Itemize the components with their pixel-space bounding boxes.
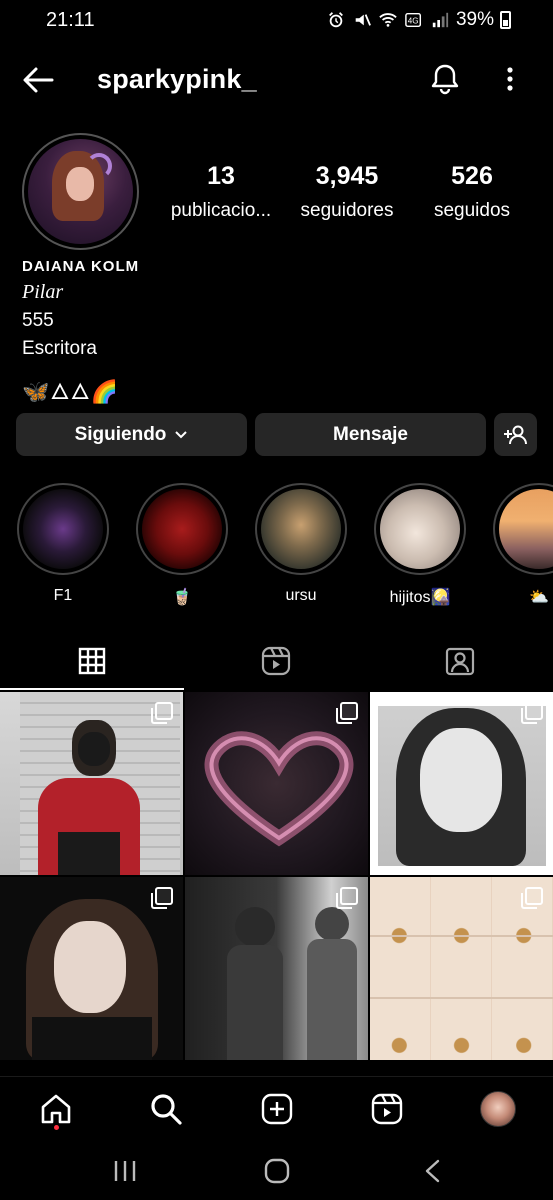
avatar-image (28, 139, 133, 244)
grid-post[interactable] (0, 692, 183, 875)
multiple-photos-icon (521, 702, 543, 724)
profile-category: Pilar (22, 281, 64, 303)
svg-text:4G: 4G (408, 17, 419, 26)
tab-grid[interactable] (0, 632, 184, 690)
reels-icon (371, 1093, 403, 1125)
tagged-person-icon (445, 647, 475, 676)
search-icon (151, 1094, 182, 1125)
highlight-cover (499, 489, 553, 569)
battery-percent: 39% (455, 9, 494, 30)
bio-line: Escritora (22, 338, 97, 359)
bio-line: 555 (22, 310, 54, 331)
profile-avatar (480, 1091, 516, 1127)
chevron-down-icon (175, 430, 188, 438)
active-tab-indicator (0, 688, 184, 690)
back-system-icon[interactable] (418, 1158, 448, 1184)
recent-apps-icon[interactable] (110, 1158, 140, 1184)
highlight-item[interactable]: hijitos🎑 (374, 483, 466, 607)
wifi-icon (379, 13, 397, 27)
profile-tabs (0, 632, 553, 690)
tab-tagged[interactable] (368, 632, 552, 690)
highlight-item[interactable]: F1 (17, 483, 109, 605)
bio-emojis: 🦋🜂🜂🌈 (22, 379, 120, 404)
home-system-icon[interactable] (262, 1158, 292, 1184)
highlight-item[interactable]: ursu (255, 483, 347, 605)
stat-following-value: 526 (451, 162, 493, 190)
back-arrow-icon[interactable] (20, 64, 56, 96)
highlight-cover (380, 489, 460, 569)
grid-icon (78, 647, 106, 675)
profile-avatar[interactable] (22, 133, 139, 250)
profile-username: sparkypink_ (97, 64, 257, 94)
multiple-photos-icon (336, 887, 358, 909)
bell-icon[interactable] (428, 62, 462, 96)
multiple-photos-icon (336, 702, 358, 724)
status-bar: 21:11 4G 39% (0, 0, 553, 40)
grid-post[interactable] (185, 877, 368, 1060)
system-navigation-bar (0, 1140, 553, 1200)
highlight-label: ⛅ (529, 589, 549, 606)
multiple-photos-icon (521, 887, 543, 909)
tab-reels[interactable] (184, 632, 368, 690)
profile-bio: DAIANA KOLM Pilar 555 Escritora 🦋🜂🜂🌈 (22, 258, 139, 412)
grid-post[interactable] (185, 692, 368, 875)
nav-home[interactable] (36, 1089, 76, 1129)
stat-followers[interactable]: 3,945 seguidores (294, 162, 400, 222)
suggest-people-button[interactable] (494, 413, 537, 456)
highlight-label: 🧋 (172, 589, 192, 606)
nav-search[interactable] (146, 1089, 186, 1129)
notification-dot (54, 1125, 59, 1130)
stat-following-label: seguidos (433, 200, 511, 221)
grid-post[interactable] (0, 877, 183, 1060)
stat-posts-value: 13 (207, 162, 235, 190)
mute-icon (355, 14, 371, 26)
nav-create[interactable] (257, 1089, 297, 1129)
highlight-cover (142, 489, 222, 569)
reels-icon (261, 646, 291, 676)
highlight-cover (23, 489, 103, 569)
alarm-icon (329, 12, 343, 28)
multiple-photos-icon (151, 702, 173, 724)
more-vertical-icon[interactable] (497, 62, 523, 96)
profile-name: DAIANA KOLM (22, 258, 140, 275)
profile-header: sparkypink_ (0, 52, 553, 108)
grid-post[interactable] (370, 877, 553, 1060)
message-button[interactable]: Mensaje (255, 413, 486, 456)
highlight-item[interactable]: ⛅ (493, 483, 553, 607)
following-label: Siguiendo (74, 423, 167, 445)
signal-icon (432, 12, 449, 28)
stat-posts[interactable]: 13 publicacio... (166, 162, 276, 222)
highlight-item[interactable]: 🧋 (136, 483, 228, 607)
highlight-label: F1 (53, 587, 73, 604)
status-icons: 4G 39% (326, 9, 511, 31)
stat-posts-label: publicacio... (170, 200, 272, 221)
highlight-label: ursu (285, 587, 317, 604)
bottom-navigation (0, 1076, 553, 1138)
stat-followers-value: 3,945 (315, 162, 379, 190)
multiple-photos-icon (151, 887, 173, 909)
stat-following[interactable]: 526 seguidos (426, 162, 518, 222)
status-time: 21:11 (46, 9, 95, 31)
highlight-cover (261, 489, 341, 569)
stat-followers-label: seguidores (300, 200, 394, 221)
following-button[interactable]: Siguiendo (16, 413, 247, 456)
message-label: Mensaje (333, 423, 408, 445)
highlight-label: hijitos🎑 (389, 589, 451, 606)
create-icon (261, 1093, 293, 1125)
volte-icon: 4G (405, 12, 421, 28)
home-icon (41, 1094, 71, 1124)
nav-profile[interactable] (478, 1089, 518, 1129)
grid-post[interactable] (370, 692, 553, 875)
nav-reels[interactable] (367, 1089, 407, 1129)
add-person-icon (503, 425, 527, 444)
battery-icon (500, 11, 511, 29)
